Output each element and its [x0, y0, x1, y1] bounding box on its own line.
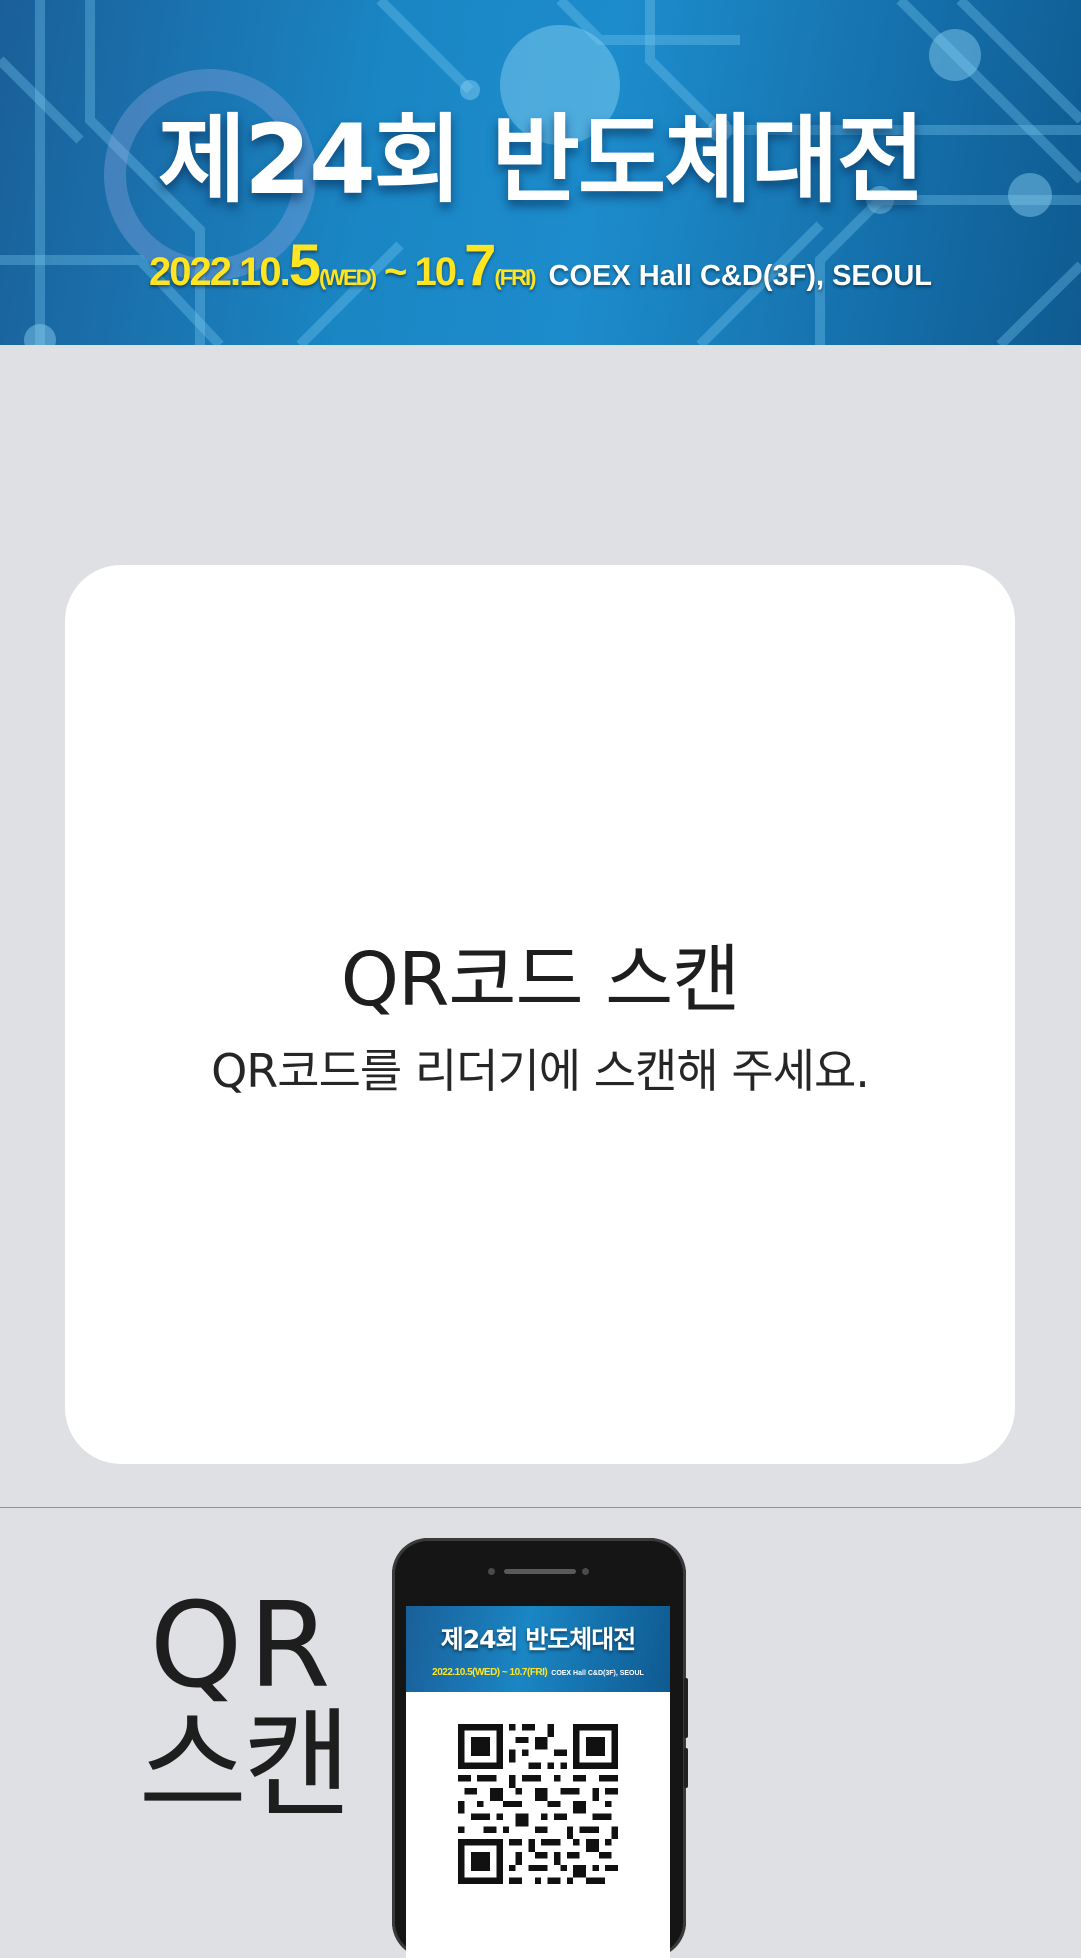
phone-screen: 제24회 반도체대전 2022.10.5(WED) ~ 10.7(FRI) COE…: [406, 1606, 670, 1958]
qr-code-icon: [458, 1724, 618, 1884]
phone-banner-date: 2022.10.5(WED) ~ 10.7(FRI): [432, 1667, 548, 1678]
phone-screen-banner: 제24회 반도체대전 2022.10.5(WED) ~ 10.7(FRI) COE…: [406, 1606, 670, 1692]
date-start-weekday: (WED): [318, 265, 377, 290]
phone-icon: 제24회 반도체대전 2022.10.5(WED) ~ 10.7(FRI) COE…: [392, 1538, 688, 1958]
qr-label-line2: 스캔: [138, 1696, 351, 1835]
event-dates: 2022.10.5(WED) ~ 10.7(FRI): [148, 233, 537, 298]
phone-banner-title: 제24회 반도체대전: [440, 1625, 637, 1654]
banner-subtitle: 2022.10.5(WED) ~ 10.7(FRI) COEX Hall C&D(…: [0, 232, 1081, 299]
event-banner: 제24회 반도체대전 2022.10.5(WED) ~ 10.7(FRI) COE…: [0, 0, 1081, 345]
card-title: QR코드 스캔: [340, 937, 741, 1023]
phone-sensor: [488, 1568, 495, 1575]
phone-camera: [582, 1568, 589, 1575]
qr-scan-label: QR 스캔: [128, 1585, 358, 1826]
date-start: 2022.10.: [148, 250, 291, 294]
phone-side-button: [684, 1678, 688, 1738]
date-end-day: 7: [464, 233, 496, 298]
qr-label-line1: QR: [149, 1576, 337, 1714]
section-divider: [0, 1507, 1081, 1508]
scan-instruction-card: QR코드 스캔 QR코드를 리더기에 스캔해 주세요.: [65, 565, 1015, 1464]
phone-banner-subtitle: 2022.10.5(WED) ~ 10.7(FRI) COEX Hall C&D(…: [406, 1662, 670, 1680]
event-venue: COEX Hall C&D(3F), SEOUL: [548, 260, 933, 292]
phone-speaker: [504, 1569, 576, 1574]
phone-side-button: [684, 1748, 688, 1788]
date-end-weekday: (FRI): [494, 265, 536, 290]
card-description: QR코드를 리더기에 스캔해 주세요.: [211, 1044, 870, 1098]
date-start-day: 5: [288, 233, 321, 298]
banner-title: 제24회 반도체대전: [157, 104, 925, 216]
date-separator: ~: [374, 250, 415, 294]
date-end: 10.: [414, 250, 467, 294]
phone-banner-venue: COEX Hall C&D(3F), SEOUL: [551, 1670, 644, 1677]
